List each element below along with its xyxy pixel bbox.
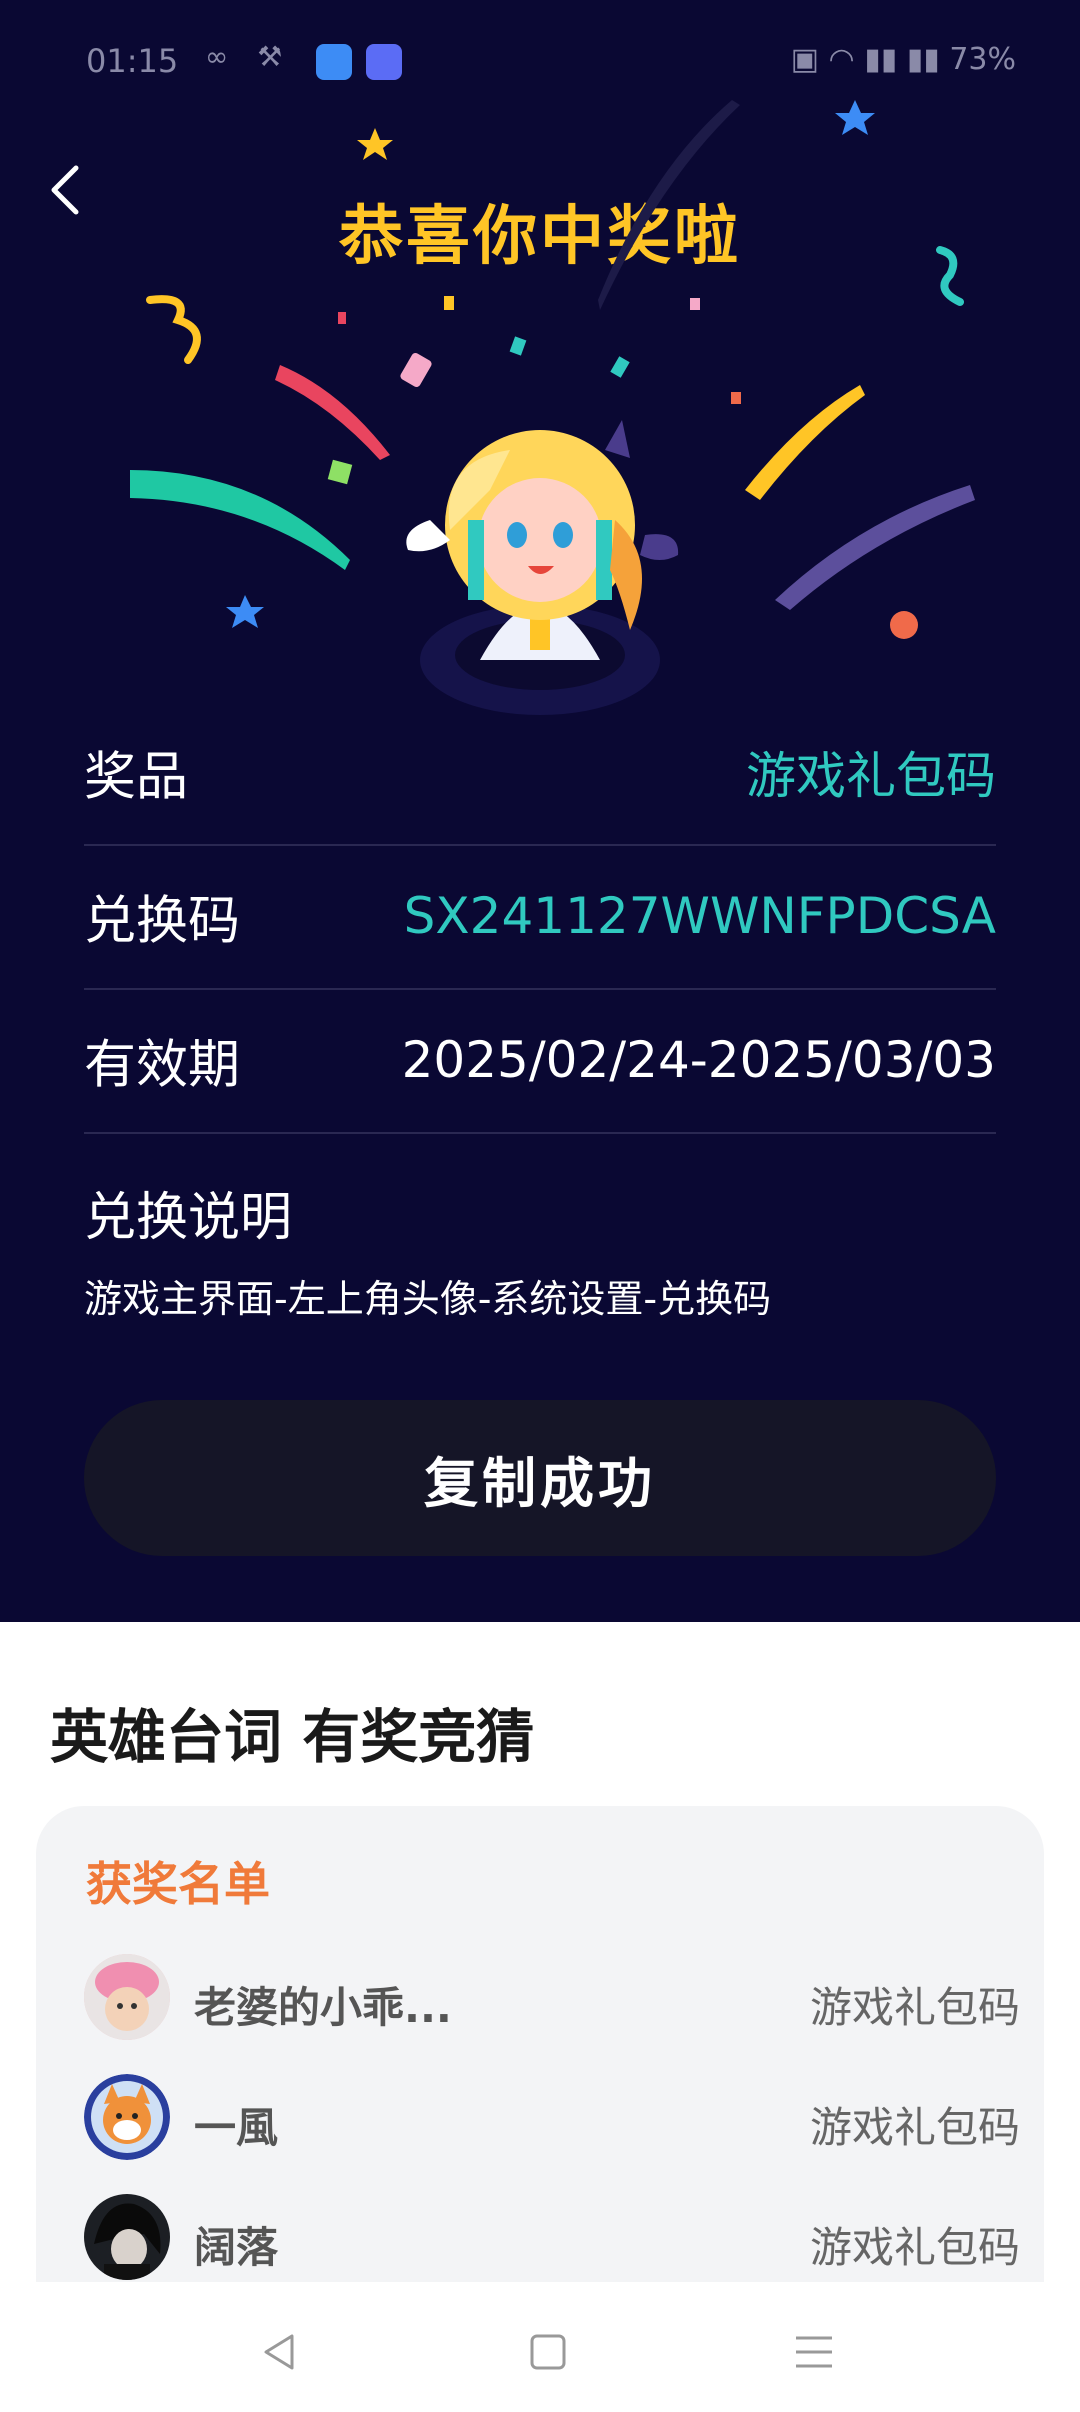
- winner-prize: 游戏礼包码: [809, 1983, 1020, 2032]
- instructions-title: 兑换说明: [84, 1188, 293, 1248]
- validity-row: 有效期 2025/02/24-2025/03/03: [84, 988, 996, 1134]
- redeem-code-row: 兑换码 SX241127WWNFPDCSA: [84, 844, 996, 990]
- copy-code-button[interactable]: 复制成功: [84, 1400, 996, 1556]
- winner-item[interactable]: 一風 游戏礼包码: [84, 2074, 1036, 2164]
- prize-label: 奖品: [84, 747, 189, 808]
- nav-home-icon[interactable]: [518, 2322, 578, 2382]
- pink-hat-avatar: [84, 1954, 170, 2040]
- winner-item[interactable]: 阔落 游戏礼包码: [84, 2194, 1036, 2284]
- winners-card: 获奖名单 老婆的小乖... 游戏礼包码 一風 游戏礼包码 阔落 游戏礼包码: [36, 1806, 1044, 2286]
- prize-value: 游戏礼包码: [746, 747, 996, 805]
- redeem-code-label: 兑换码: [84, 891, 241, 952]
- winner-name: 一風: [194, 2103, 279, 2152]
- winner-name: 阔落: [194, 2223, 279, 2272]
- shiba-dog-avatar: [84, 2074, 170, 2160]
- validity-value: 2025/02/24-2025/03/03: [401, 1031, 996, 1089]
- winner-name: 老婆的小乖...: [194, 1983, 452, 2032]
- winners-title: 获奖名单: [86, 1857, 270, 1911]
- validity-label: 有效期: [84, 1035, 241, 1096]
- winner-prize: 游戏礼包码: [809, 2223, 1020, 2272]
- instructions-text: 游戏主界面-左上角头像-系统设置-兑换码: [84, 1277, 772, 1321]
- winner-item[interactable]: 老婆的小乖... 游戏礼包码: [84, 1954, 1036, 2044]
- prize-hero-panel: 01:15 ∞ ⚒ ▣ ◠ ▮▮ ▮▮ 73% 恭喜你中奖啦 奖品 游戏礼包码 …: [0, 0, 1080, 1622]
- nav-menu-icon[interactable]: [784, 2322, 844, 2382]
- prize-row: 奖品 游戏礼包码: [84, 700, 996, 846]
- system-nav-bar: [0, 2282, 1080, 2412]
- nav-back-icon[interactable]: [250, 2322, 310, 2382]
- dark-character-avatar: [84, 2194, 170, 2280]
- winner-prize: 游戏礼包码: [809, 2103, 1020, 2152]
- mascot-illustration: [406, 420, 679, 715]
- redeem-code-value[interactable]: SX241127WWNFPDCSA: [404, 887, 996, 945]
- section-title: 英雄台词 有奖竞猜: [50, 1703, 535, 1771]
